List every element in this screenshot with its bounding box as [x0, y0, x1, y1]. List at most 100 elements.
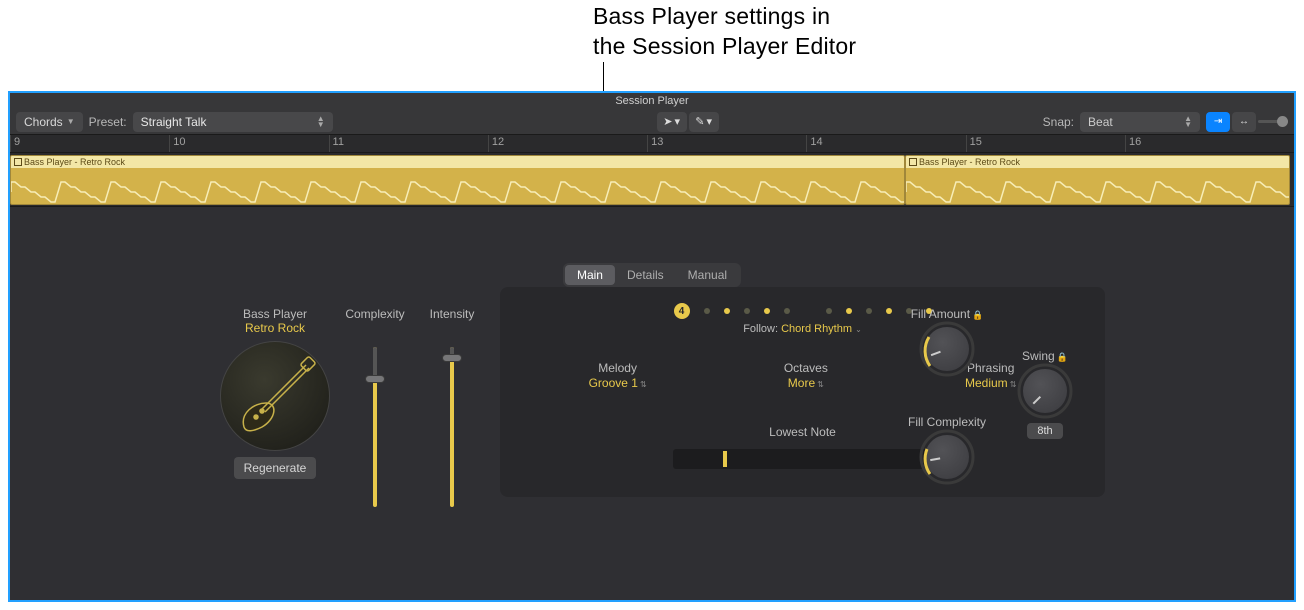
snap-select[interactable]: Beat ▲▼ [1080, 112, 1200, 132]
pattern-dot[interactable] [826, 308, 832, 314]
fill-amount-label: Fill Amount [911, 307, 970, 321]
follow-row[interactable]: Follow: Chord Rhythm ⌄ [500, 323, 1105, 335]
loop-icon [909, 158, 917, 166]
tool-selector: ➤ ▾ ✎ ▾ [657, 112, 719, 132]
follow-label: Follow: [743, 323, 778, 335]
ruler-tick-label: 9 [14, 136, 20, 148]
ruler-tick-label: 10 [173, 136, 185, 148]
intensity-thumb[interactable] [442, 354, 462, 362]
ruler-tick-label: 12 [492, 136, 504, 148]
ruler-tick: 15 [966, 135, 967, 152]
caption-line1: Bass Player settings in [593, 2, 856, 32]
snap-value: Beat [1088, 115, 1113, 129]
pattern-count: 4 [674, 303, 690, 319]
pattern-dot[interactable] [764, 308, 770, 314]
session-player-editor: Main Details Manual Bass Player Retro Ro… [10, 207, 1294, 600]
stepper-icon: ▲▼ [317, 116, 325, 128]
octaves-param[interactable]: Octaves More⇅ [784, 361, 828, 390]
pointer-icon: ➤ [663, 115, 672, 128]
melody-value: Groove 1 [589, 376, 638, 390]
ruler-tick-label: 11 [333, 136, 344, 148]
octaves-label: Octaves [784, 361, 828, 375]
swing-value[interactable]: 8th [1027, 423, 1062, 439]
octaves-value: More [788, 376, 815, 390]
melody-label: Melody [589, 361, 647, 375]
swing-knob-group: Swing🔒 8th [1010, 349, 1080, 439]
pencil-icon: ✎ [695, 115, 704, 128]
preset-select[interactable]: Straight Talk ▲▼ [133, 112, 333, 132]
track-region-area[interactable]: Bass Player - Retro Rock Bass Player - Re… [10, 153, 1294, 207]
lowest-note-slider[interactable] [673, 449, 933, 469]
fill-amount-knob-group: Fill Amount🔒 [902, 307, 992, 377]
ruler-tick: 9 [10, 135, 11, 152]
timeline-ruler[interactable]: 9 10 11 12 13 14 15 16 [10, 135, 1294, 153]
region-body [906, 168, 1289, 204]
swing-knob[interactable] [1023, 369, 1067, 413]
caption-leader-line [603, 62, 604, 92]
stepper-icon: ▲▼ [1184, 116, 1192, 128]
loop-icon [14, 158, 22, 166]
follow-value: Chord Rhythm [781, 323, 852, 335]
pattern-dot[interactable] [784, 308, 790, 314]
fill-amount-knob[interactable] [925, 327, 969, 371]
annotation-caption: Bass Player settings in the Session Play… [593, 2, 856, 62]
pattern-dot[interactable] [744, 308, 750, 314]
caption-line2: the Session Player Editor [593, 32, 856, 62]
regenerate-button[interactable]: Regenerate [234, 457, 317, 479]
region-name: Bass Player - Retro Rock [919, 157, 1020, 167]
player-style[interactable]: Retro Rock [215, 321, 335, 335]
complexity-thumb[interactable] [365, 375, 385, 383]
ruler-tick: 16 [1125, 135, 1126, 152]
chevron-down-icon: ▾ [674, 115, 680, 128]
window-title: Session Player [10, 93, 1294, 109]
tab-manual[interactable]: Manual [676, 265, 739, 285]
chevron-down-icon: ▾ [706, 115, 712, 128]
pointer-tool[interactable]: ➤ ▾ [657, 112, 687, 132]
player-avatar[interactable] [220, 341, 330, 451]
player-type-label: Bass Player [215, 307, 335, 321]
intensity-label: Intensity [422, 307, 482, 321]
lock-icon[interactable]: 🔒 [1057, 352, 1068, 362]
editor-tabs: Main Details Manual [563, 263, 741, 287]
zoom-slider[interactable] [1258, 112, 1288, 132]
fill-complexity-label: Fill Complexity [902, 415, 992, 429]
zoom-zone: ⇥ ↔ [1206, 112, 1288, 132]
fit-width-icon: ⇥ [1214, 116, 1222, 127]
region-name: Bass Player - Retro Rock [24, 157, 125, 167]
ruler-tick-label: 14 [810, 136, 822, 148]
lowest-note-mark[interactable] [723, 451, 727, 467]
zoom-slider-thumb[interactable] [1277, 116, 1288, 127]
chevron-down-icon: ⌄ [855, 325, 862, 334]
ruler-tick: 13 [647, 135, 648, 152]
region-body [11, 168, 904, 204]
pattern-dot[interactable] [846, 308, 852, 314]
player-block: Bass Player Retro Rock Regenerate [215, 307, 335, 479]
midi-region[interactable]: Bass Player - Retro Rock [10, 155, 905, 205]
chevron-down-icon: ▼ [67, 117, 75, 126]
stepper-icon: ⇅ [817, 380, 824, 389]
pattern-dot[interactable] [866, 308, 872, 314]
ruler-tick-label: 15 [970, 136, 982, 148]
zoom-fit-selection-button[interactable]: ⇥ [1206, 112, 1230, 132]
pencil-tool[interactable]: ✎ ▾ [689, 112, 719, 132]
tab-main[interactable]: Main [565, 265, 615, 285]
pattern-dot[interactable] [886, 308, 892, 314]
region-header: Bass Player - Retro Rock [906, 156, 1289, 168]
param-columns: Melody Groove 1⇅ Octaves More⇅ Phrasing … [520, 361, 1085, 390]
intensity-slider[interactable]: Intensity [422, 307, 482, 507]
session-player-window: Session Player Chords ▼ Preset: Straight… [8, 91, 1296, 602]
lock-icon[interactable]: 🔒 [972, 310, 983, 320]
complexity-slider[interactable]: Complexity [345, 307, 405, 507]
pattern-dot[interactable] [724, 308, 730, 314]
tab-details[interactable]: Details [615, 265, 676, 285]
region-header: Bass Player - Retro Rock [11, 156, 904, 168]
fill-complexity-knob-group: Fill Complexity [902, 415, 992, 485]
midi-region[interactable]: Bass Player - Retro Rock [905, 155, 1290, 205]
preset-label: Preset: [89, 115, 127, 129]
pattern-dot[interactable] [704, 308, 710, 314]
stepper-icon: ⇅ [640, 380, 647, 389]
zoom-horizontal-button[interactable]: ↔ [1232, 112, 1256, 132]
chords-menu[interactable]: Chords ▼ [16, 112, 83, 132]
melody-param[interactable]: Melody Groove 1⇅ [589, 361, 647, 390]
fill-complexity-knob[interactable] [925, 435, 969, 479]
